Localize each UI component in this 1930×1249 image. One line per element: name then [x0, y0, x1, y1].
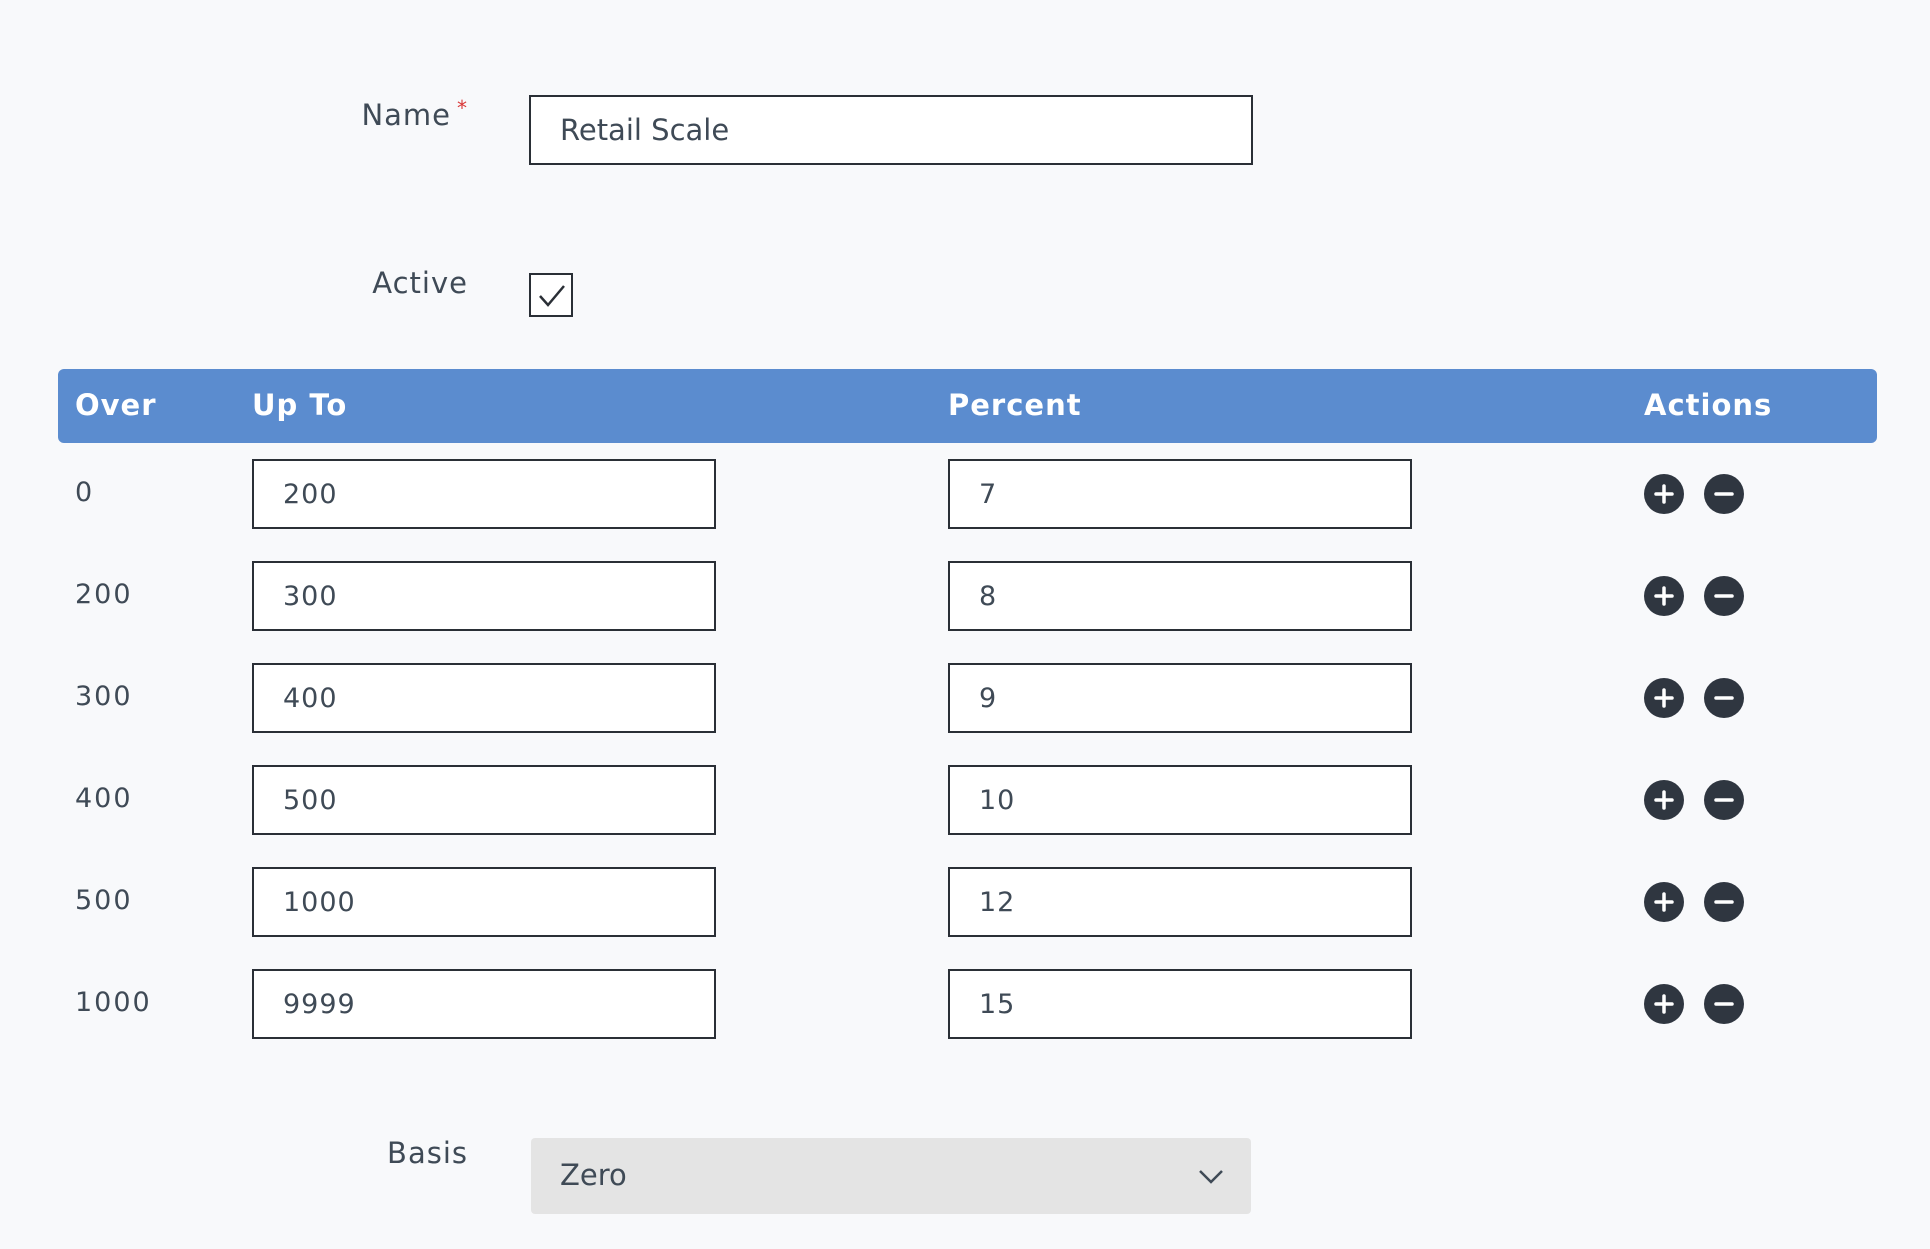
minus-circle-icon [1714, 900, 1734, 904]
up-to-input[interactable] [252, 765, 716, 835]
table-row: 200 [58, 561, 1877, 631]
percent-input[interactable] [948, 663, 1412, 733]
plus-circle-icon [1654, 994, 1674, 1014]
table-row: 1000 [58, 969, 1877, 1039]
table-row: 400 [58, 765, 1877, 835]
required-marker: * [457, 96, 468, 120]
basis-selected-value: Zero [560, 1158, 627, 1192]
header-percent: Percent [948, 388, 1082, 422]
add-row-button[interactable] [1644, 678, 1684, 718]
table-header: Over Up To Percent Actions [58, 369, 1877, 443]
header-over: Over [75, 388, 157, 422]
name-input[interactable] [529, 95, 1253, 165]
remove-row-button[interactable] [1704, 882, 1744, 922]
plus-circle-icon [1654, 586, 1674, 606]
add-row-button[interactable] [1644, 576, 1684, 616]
remove-row-button[interactable] [1704, 576, 1744, 616]
plus-circle-icon [1654, 688, 1674, 708]
table-row: 0 [58, 459, 1877, 529]
minus-circle-icon [1714, 798, 1734, 802]
minus-circle-icon [1714, 1002, 1734, 1006]
table-row: 300 [58, 663, 1877, 733]
up-to-input[interactable] [252, 663, 716, 733]
percent-input[interactable] [948, 867, 1412, 937]
percent-input[interactable] [948, 459, 1412, 529]
remove-row-button[interactable] [1704, 780, 1744, 820]
percent-input[interactable] [948, 561, 1412, 631]
over-value: 500 [75, 885, 133, 916]
add-row-button[interactable] [1644, 780, 1684, 820]
chevron-down-icon [1199, 1170, 1223, 1184]
up-to-input[interactable] [252, 561, 716, 631]
over-value: 0 [75, 477, 95, 508]
over-value: 400 [75, 783, 133, 814]
header-actions: Actions [1644, 388, 1773, 422]
percent-input[interactable] [948, 969, 1412, 1039]
percent-input[interactable] [948, 765, 1412, 835]
over-value: 300 [75, 681, 133, 712]
minus-circle-icon [1714, 492, 1734, 496]
table-row: 500 [58, 867, 1877, 937]
minus-circle-icon [1714, 696, 1734, 700]
over-value: 200 [75, 579, 133, 610]
plus-circle-icon [1654, 484, 1674, 504]
minus-circle-icon [1714, 594, 1734, 598]
remove-row-button[interactable] [1704, 678, 1744, 718]
add-row-button[interactable] [1644, 882, 1684, 922]
add-row-button[interactable] [1644, 984, 1684, 1024]
remove-row-button[interactable] [1704, 474, 1744, 514]
remove-row-button[interactable] [1704, 984, 1744, 1024]
active-label: Active [372, 266, 468, 300]
up-to-input[interactable] [252, 867, 716, 937]
basis-label: Basis [387, 1136, 468, 1170]
basis-select[interactable]: Zero [531, 1138, 1251, 1214]
plus-circle-icon [1654, 892, 1674, 912]
check-icon [539, 285, 565, 307]
up-to-input[interactable] [252, 969, 716, 1039]
active-checkbox[interactable] [529, 273, 573, 317]
over-value: 1000 [75, 987, 152, 1018]
name-label: Name * [361, 96, 468, 132]
up-to-input[interactable] [252, 459, 716, 529]
add-row-button[interactable] [1644, 474, 1684, 514]
plus-circle-icon [1654, 790, 1674, 810]
header-up-to: Up To [252, 388, 348, 422]
